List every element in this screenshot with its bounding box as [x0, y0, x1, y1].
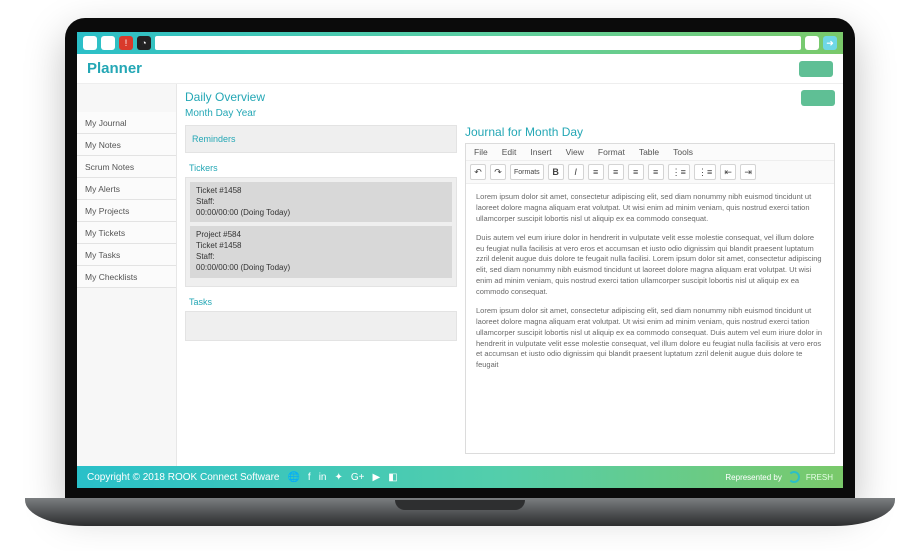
overview-action-button[interactable] — [801, 90, 835, 106]
globe-icon[interactable]: 🌐 — [287, 472, 299, 483]
italic-button[interactable]: I — [568, 164, 584, 180]
footer-copyright: Copyright © 2018 ROOK Connect Software — [87, 472, 279, 483]
journal-paragraph: Duis autem vel eum iriure dolor in hendr… — [476, 233, 824, 298]
tickers-panel: Ticket #1458 Staff: 00:00/00:00 (Doing T… — [185, 177, 457, 287]
sidebar-item-scrum[interactable]: Scrum Notes — [77, 156, 176, 178]
indent-button[interactable]: ⇥ — [740, 164, 756, 180]
home-icon[interactable]: ◐ — [83, 36, 97, 50]
redo-button[interactable] — [490, 164, 506, 180]
menu-format[interactable]: Format — [598, 147, 625, 157]
editor-menubar: File Edit Insert View Format Table Tools — [466, 144, 834, 161]
editor-toolbar: Formats B I ≡ ≡ ≡ ≡ ⋮≡ ⋮≡ — [466, 161, 834, 184]
sidebar-item-journal[interactable]: My Journal — [77, 112, 176, 134]
page-title: Planner — [87, 60, 142, 77]
calendar-icon[interactable]: ▦ — [101, 36, 115, 50]
align-justify-button[interactable]: ≡ — [648, 164, 664, 180]
date-line: Month Day Year — [185, 108, 265, 119]
undo-button[interactable] — [470, 164, 486, 180]
tasks-panel — [185, 311, 457, 341]
rich-text-editor: File Edit Insert View Format Table Tools — [465, 143, 835, 454]
twitter-icon[interactable]: ✦ — [335, 472, 343, 483]
represented-by-label: Represented by — [725, 473, 781, 482]
journal-heading: Journal for Month Day — [465, 125, 835, 139]
chevron-up-icon[interactable]: ︿ — [805, 36, 819, 50]
sidebar-item-notes[interactable]: My Notes — [77, 134, 176, 156]
sidebar: My Journal My Notes Scrum Notes My Alert… — [77, 84, 177, 466]
journal-paragraph: Lorem ipsum dolor sit amet, consectetur … — [476, 192, 824, 225]
sidebar-item-tickets[interactable]: My Tickets — [77, 222, 176, 244]
align-center-button[interactable]: ≡ — [608, 164, 624, 180]
number-list-button[interactable]: ⋮≡ — [694, 164, 716, 180]
reminders-panel: Reminders — [185, 125, 457, 153]
tickers-heading: Tickers — [185, 159, 457, 177]
content: My Journal My Notes Scrum Notes My Alert… — [77, 84, 843, 466]
formats-button[interactable]: Formats — [510, 164, 544, 180]
sidebar-item-tasks[interactable]: My Tasks — [77, 244, 176, 266]
menu-insert[interactable]: Insert — [530, 147, 551, 157]
align-left-button[interactable]: ≡ — [588, 164, 604, 180]
menu-view[interactable]: View — [566, 147, 584, 157]
editor-body[interactable]: Lorem ipsum dolor sit amet, consectetur … — [466, 184, 834, 453]
ticker-card[interactable]: Ticket #1458 Staff: 00:00/00:00 (Doing T… — [190, 182, 452, 222]
left-column: Reminders Tickers Ticket #1458 Staff: 00… — [185, 125, 457, 456]
right-column: Journal for Month Day File Edit Insert V… — [465, 125, 835, 456]
alert-icon[interactable]: ! — [119, 36, 133, 50]
fresh-logo-icon — [788, 471, 800, 483]
tasks-heading: Tasks — [185, 293, 457, 311]
title-bar: Planner — [77, 54, 843, 84]
google-icon[interactable]: G+ — [351, 472, 365, 483]
youtube-icon[interactable]: ▶ — [373, 472, 381, 483]
top-bar: ◐ ▦ ! ◔ ︿ ➜ — [77, 32, 843, 54]
sidebar-item-projects[interactable]: My Projects — [77, 200, 176, 222]
sidebar-item-alerts[interactable]: My Alerts — [77, 178, 176, 200]
journal-paragraph: Lorem ipsum dolor sit amet, consectetur … — [476, 306, 824, 371]
menu-tools[interactable]: Tools — [673, 147, 693, 157]
header-action-button[interactable] — [799, 61, 833, 77]
align-right-button[interactable]: ≡ — [628, 164, 644, 180]
fresh-brand: FRESH — [806, 473, 833, 482]
instagram-icon[interactable]: ◧ — [388, 472, 397, 483]
logout-icon[interactable]: ➜ — [823, 36, 837, 50]
facebook-icon[interactable]: f — [308, 472, 311, 483]
menu-edit[interactable]: Edit — [502, 147, 517, 157]
outdent-button[interactable]: ⇤ — [720, 164, 736, 180]
main: Daily Overview Month Day Year Reminders — [177, 84, 843, 466]
linkedin-icon[interactable]: in — [319, 472, 327, 483]
menu-file[interactable]: File — [474, 147, 488, 157]
app-root: ◐ ▦ ! ◔ ︿ ➜ Planner — [77, 32, 843, 488]
bold-button[interactable]: B — [548, 164, 564, 180]
clock-icon[interactable]: ◔ — [137, 36, 151, 50]
reminders-heading: Reminders — [192, 130, 450, 148]
ticker-card[interactable]: Project #584 Ticket #1458 Staff: 00:00/0… — [190, 226, 452, 277]
menu-table[interactable]: Table — [639, 147, 659, 157]
search-input[interactable] — [155, 36, 801, 50]
footer: Copyright © 2018 ROOK Connect Software 🌐… — [77, 466, 843, 488]
sidebar-item-checklists[interactable]: My Checklists — [77, 266, 176, 288]
bullet-list-button[interactable]: ⋮≡ — [668, 164, 690, 180]
overview-title: Daily Overview — [185, 90, 265, 104]
